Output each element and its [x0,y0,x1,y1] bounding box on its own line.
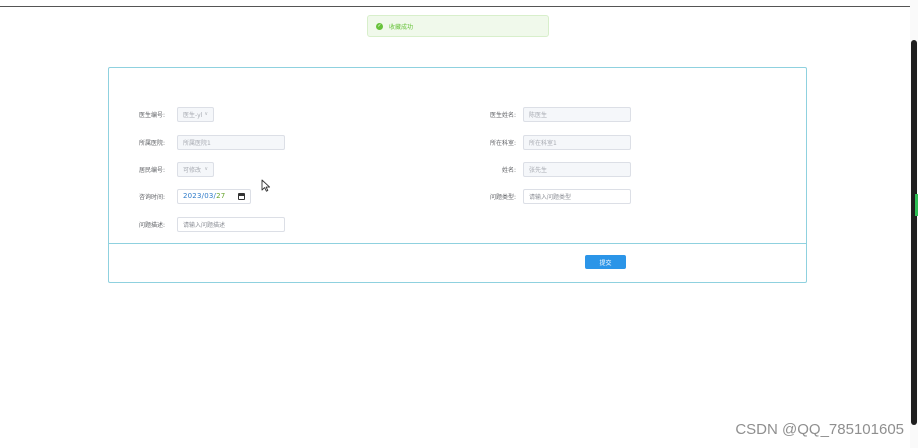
resident-id-label: 居民编号: [138,166,165,174]
doctor-name-field[interactable]: 陈医生 [523,106,631,122]
doctor-id-row: 医生编号: 医生-yl ∨ [109,106,214,122]
question-desc-label: 问题描述: [138,221,165,229]
department-label: 所在科室: [489,139,516,147]
toast-message: 收藏成功 [389,23,414,31]
top-rule [0,6,918,7]
chevron-down-icon: ∨ [204,166,208,172]
hospital-row: 所属医院: 所属医院1 [109,134,285,150]
doctor-id-label: 医生编号: [138,111,165,119]
consult-time-row: 咨询时间: 2023/03/27 [109,188,251,204]
question-desc-input[interactable]: 请输入问题描述 [177,216,285,232]
resident-id-value: 可修改 [183,166,202,174]
hospital-label: 所属医院: [138,139,165,147]
scrollbar-thumb[interactable] [911,40,917,425]
date-day: 27 [216,192,226,200]
name-label: 姓名: [501,166,516,174]
success-toast: ✓ 收藏成功 [367,15,549,37]
doctor-id-value: 医生-yl [183,111,203,119]
submit-button[interactable]: 提交 [585,255,626,269]
date-year: 2023 [183,192,202,200]
hospital-field[interactable]: 所属医院1 [177,134,285,150]
consult-date-value: 2023/03/27 [183,192,225,200]
check-circle-icon: ✓ [376,22,383,30]
department-row: 所在科室: 所在科室1 [458,134,631,150]
question-desc-row: 问题描述: 请输入问题描述 [109,216,285,232]
watermark: CSDN @QQ_785101605 [735,421,904,438]
resident-id-select[interactable]: 可修改 ∨ [177,161,214,177]
question-type-input[interactable]: 请输入问题类型 [523,188,631,204]
mouse-cursor-icon [261,179,271,192]
name-field[interactable]: 张先生 [523,161,631,177]
consult-date-input[interactable]: 2023/03/27 [177,188,251,204]
name-row: 姓名: 张先生 [458,161,631,177]
department-value: 所在科室1 [529,139,557,147]
consult-time-label: 咨询时间: [138,193,165,201]
date-month: 03 [204,192,214,200]
doctor-name-value: 陈医生 [529,111,548,119]
hospital-value: 所属医院1 [183,139,211,147]
doctor-name-label: 医生姓名: [489,111,516,119]
question-type-placeholder: 请输入问题类型 [529,193,572,201]
resident-id-row: 居民编号: 可修改 ∨ [109,161,214,177]
calendar-icon[interactable] [238,192,245,200]
department-field[interactable]: 所在科室1 [523,134,631,150]
consultation-form: 医生编号: 医生-yl ∨ 所属医院: 所属医院1 居民编号: 可修改 ∨ 咨询… [108,67,807,283]
question-type-label: 问题类型: [489,193,516,201]
doctor-id-select[interactable]: 医生-yl ∨ [177,106,214,122]
form-divider [109,243,806,244]
name-value: 张先生 [529,166,548,174]
question-desc-placeholder: 请输入问题描述 [183,221,226,229]
chevron-down-icon: ∨ [204,111,208,117]
doctor-name-row: 医生姓名: 陈医生 [458,106,631,122]
question-type-row: 问题类型: 请输入问题类型 [458,188,631,204]
